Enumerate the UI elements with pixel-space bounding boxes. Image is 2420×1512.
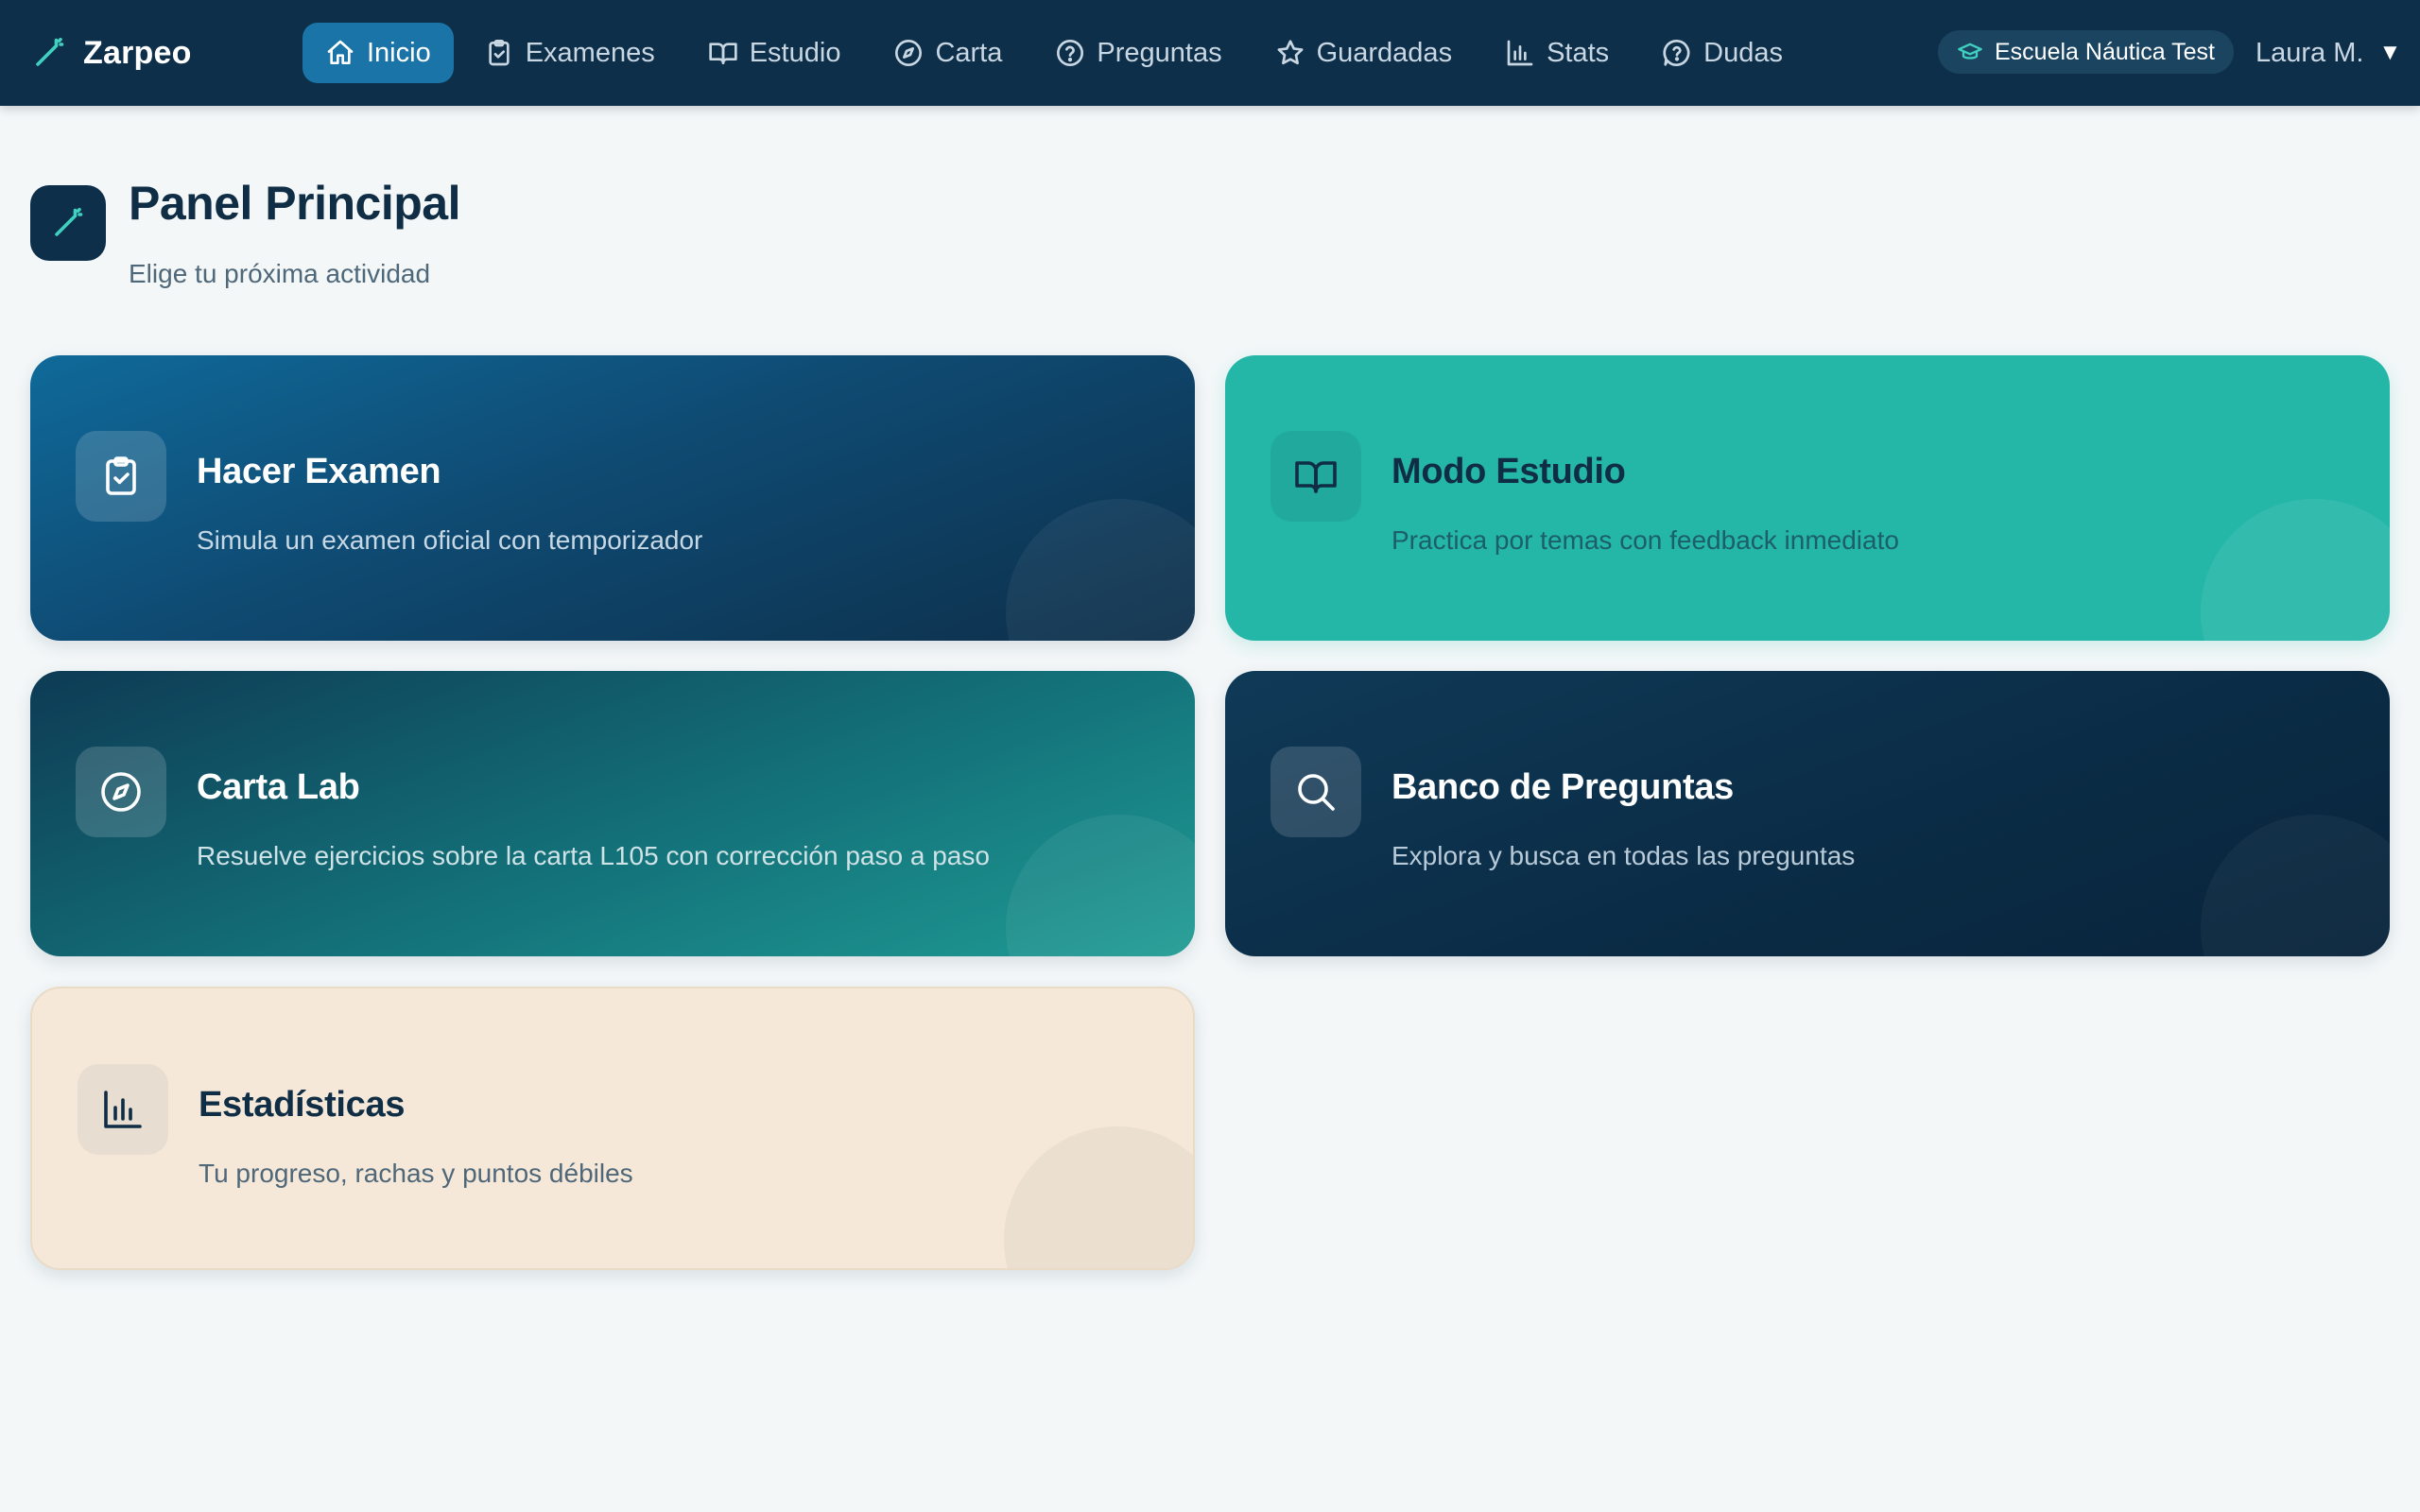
search-icon <box>1298 774 1335 811</box>
card-icon-box <box>76 747 166 837</box>
card-icon-box <box>1270 431 1361 522</box>
chevron-down-icon: ▼ <box>2378 40 2402 65</box>
card-title: Banco de Preguntas <box>1392 767 1735 807</box>
nav-item-inicio[interactable]: Inicio <box>302 23 454 83</box>
main-nav: Inicio Examenes Estudio Carta Preguntas <box>302 23 1806 83</box>
card-icon-box <box>1270 747 1361 837</box>
bar-chart-icon <box>104 1091 142 1128</box>
nav-item-stats[interactable]: Stats <box>1482 23 1632 83</box>
page-subtitle: Elige tu próxima actividad <box>129 259 431 288</box>
bar-chart-icon <box>1507 40 1533 66</box>
nav-item-estudio[interactable]: Estudio <box>685 23 864 83</box>
nav-item-label: Carta <box>935 37 1003 68</box>
card-decoration <box>1006 499 1195 641</box>
nav-item-label: Estudio <box>749 37 841 68</box>
school-badge-label: Escuela Náutica Test <box>1995 38 2215 65</box>
card-banco-de-preguntas[interactable]: Banco de Preguntas Explora y busca en to… <box>1225 671 2390 956</box>
card-hacer-examen[interactable]: Hacer Examen Simula un examen oficial co… <box>30 355 1195 641</box>
card-decoration <box>1004 1126 1193 1268</box>
nav-item-examenes[interactable]: Examenes <box>461 23 678 83</box>
star-icon <box>1277 40 1304 65</box>
nav-item-preguntas[interactable]: Preguntas <box>1032 23 1244 83</box>
card-title: Estadísticas <box>199 1085 406 1125</box>
help-circle-icon <box>1057 40 1084 66</box>
nav-item-label: Stats <box>1547 37 1610 68</box>
clipboard-check-icon <box>106 456 136 495</box>
brand-name: Zarpeo <box>83 34 192 71</box>
nav-item-label: Inicio <box>367 37 431 68</box>
card-decoration <box>1006 815 1195 956</box>
nav-item-dudas[interactable]: Dudas <box>1639 23 1806 83</box>
card-description: Tu progreso, rachas y puntos débiles <box>199 1159 633 1188</box>
card-description: Practica por temas con feedback inmediat… <box>1392 525 1899 555</box>
nav-item-carta[interactable]: Carta <box>871 23 1025 83</box>
nav-item-label: Dudas <box>1703 37 1783 68</box>
nav-item-label: Guardadas <box>1316 37 1453 68</box>
card-description: Resuelve ejercicios sobre la carta L105 … <box>197 841 990 870</box>
card-title: Hacer Examen <box>197 452 441 491</box>
book-open-icon <box>709 43 737 64</box>
nav-item-guardadas[interactable]: Guardadas <box>1253 23 1476 83</box>
card-decoration <box>2201 815 2390 956</box>
card-description: Explora y busca en todas las preguntas <box>1392 841 1856 870</box>
card-icon-box <box>76 431 166 522</box>
card-title: Modo Estudio <box>1392 452 1626 491</box>
card-modo-estudio[interactable]: Modo Estudio Practica por temas con feed… <box>1225 355 2390 641</box>
wand-icon <box>36 37 64 66</box>
message-question-icon <box>1663 40 1690 66</box>
page-title: Panel Principal <box>129 177 460 230</box>
wand-icon <box>55 207 83 236</box>
card-estadisticas[interactable]: Estadísticas Tu progreso, rachas y punto… <box>30 987 1195 1270</box>
page-header-icon <box>30 185 106 261</box>
nav-item-label: Preguntas <box>1097 37 1222 68</box>
nav-item-label: Examenes <box>525 37 655 68</box>
home-icon <box>327 40 354 64</box>
card-decoration <box>2201 499 2390 641</box>
compass-icon <box>895 40 923 66</box>
user-name: Laura M. <box>2256 37 2364 68</box>
card-description: Simula un examen oficial con temporizado… <box>197 525 703 555</box>
brand-logo[interactable]: Zarpeo <box>32 28 192 77</box>
card-carta-lab[interactable]: Carta Lab Resuelve ejercicios sobre la c… <box>30 671 1195 956</box>
book-open-icon <box>1295 461 1337 493</box>
graduation-cap-icon <box>1958 43 1982 60</box>
compass-icon <box>101 772 141 812</box>
card-title: Carta Lab <box>197 767 360 807</box>
card-icon-box <box>78 1064 168 1155</box>
user-menu[interactable]: Laura M. ▼ <box>2256 28 2401 77</box>
clipboard-check-icon <box>489 40 510 66</box>
school-badge[interactable]: Escuela Náutica Test <box>1938 30 2234 74</box>
top-navbar: Zarpeo Inicio Examenes Estudio Carta Pre… <box>0 0 2420 106</box>
